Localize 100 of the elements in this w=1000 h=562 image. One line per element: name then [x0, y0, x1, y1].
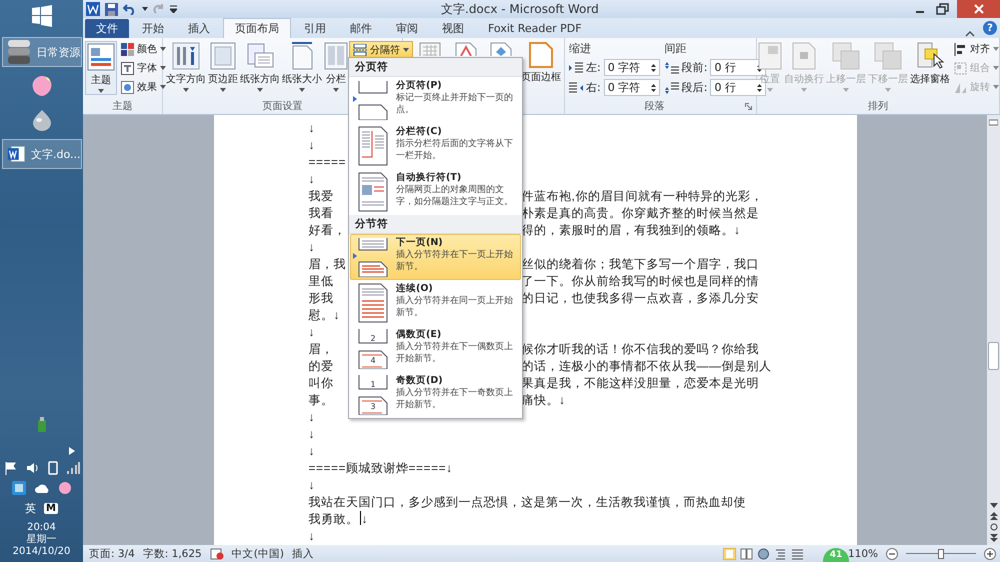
menu-item[interactable]: 连续(O) 插入分节符并在同一页上开始新节。 — [350, 280, 521, 326]
word-count[interactable]: 字数: 1,625 — [142, 546, 202, 560]
expand-arrow-icon[interactable] — [69, 447, 75, 455]
flag-icon[interactable] — [4, 461, 18, 475]
vertical-scrollbar[interactable] — [987, 115, 1000, 545]
spin-field[interactable]: 0 字符 — [604, 79, 660, 96]
taskbar-button[interactable]: 日常资源 — [2, 37, 82, 67]
menu-item[interactable]: 1 3 奇数页(D) 插入分节符并在下一奇数页上开始新节。 — [350, 372, 521, 418]
usb-drive-icon[interactable] — [36, 417, 46, 433]
menu-item[interactable]: 自动换行符(T) 分隔网页上的对象周围的文字，如分隔题注文字与正文。 — [350, 169, 521, 215]
ribbon-tab[interactable]: 引用 — [293, 19, 337, 38]
text-line: ===== — [308, 154, 346, 171]
text-line: ↓ — [308, 409, 315, 426]
proofing-icon[interactable] — [210, 548, 224, 560]
windows-logo-icon[interactable] — [30, 5, 52, 27]
scroll-thumb[interactable] — [988, 342, 999, 370]
ribbon-tab[interactable]: 邮件 — [339, 19, 383, 38]
layers-icon — [874, 42, 902, 70]
insert-mode[interactable]: 插入 — [292, 546, 314, 560]
page-setup-button[interactable]: 纸张大小 — [281, 41, 323, 93]
spin-field[interactable]: 0 字符 — [604, 59, 660, 76]
page-count[interactable]: 页面: 3/4 — [89, 546, 135, 560]
menu-section-header: 分页符 — [349, 58, 522, 77]
theme-option-button[interactable]: 颜色 — [118, 41, 169, 57]
clock[interactable]: 20:04 星期一 2014/10/20 — [12, 522, 70, 558]
menu-item[interactable]: 下一页(N) 插入分节符并在下一页上开始新节。 — [350, 234, 521, 280]
input-mode-button[interactable]: M — [44, 503, 58, 514]
web-layout-icon[interactable] — [756, 548, 770, 560]
text-line: ↓ — [308, 324, 315, 341]
zoom-out-icon[interactable] — [886, 548, 898, 560]
group-label: 页面设置 — [262, 100, 302, 114]
next-page-icon[interactable] — [990, 534, 998, 542]
field-label: 段后: — [682, 80, 708, 95]
slider-thumb[interactable] — [938, 548, 944, 558]
caret-icon — [299, 88, 305, 92]
taskbar-button[interactable]: 文字.do... — [2, 139, 82, 169]
undo-icon[interactable] — [123, 3, 137, 15]
spin-arrows-icon — [757, 82, 762, 92]
ribbon-tab[interactable]: 页面布局 — [223, 18, 291, 38]
save-icon[interactable] — [105, 2, 118, 16]
themes-button[interactable]: 主题 — [85, 41, 117, 95]
arrange-option-button[interactable]: 对齐 — [951, 41, 1000, 57]
text-line: =====顾城致谢烨=====↓ — [308, 460, 453, 477]
ribbon-tab[interactable]: 审阅 — [385, 19, 429, 38]
file-tab[interactable]: 文件 — [85, 19, 129, 38]
menu-item[interactable]: 分栏符(C) 指示分栏符后面的文字将从下一栏开始。 — [350, 123, 521, 169]
speaker-icon[interactable] — [26, 461, 40, 475]
browse-object-icon[interactable] — [990, 523, 998, 531]
app-icon[interactable] — [12, 481, 26, 495]
help-button[interactable]: ? — [983, 21, 997, 35]
language-indicator[interactable]: 中文(中国) — [232, 546, 284, 560]
customize-icon[interactable] — [170, 5, 177, 13]
caret-icon — [403, 48, 409, 52]
page-setup-button[interactable]: 分栏 — [323, 41, 349, 93]
text-line: 我看 — [308, 205, 334, 222]
field-label: 段前: — [682, 60, 708, 75]
ribbon-tab[interactable]: 视图 — [431, 19, 475, 38]
cloud-icon[interactable] — [34, 482, 50, 494]
menu-item[interactable]: 2 4 偶数页(E) 插入分节符并在下一偶数页上开始新节。 — [350, 326, 521, 372]
close-button[interactable] — [957, 0, 1000, 18]
spin-field[interactable]: 0 行 — [710, 59, 766, 76]
signal-icon[interactable] — [66, 461, 80, 475]
restore-icon[interactable] — [935, 3, 949, 15]
indent-icon — [569, 62, 583, 74]
page-setup-button[interactable]: 纸张方向 — [239, 41, 281, 93]
ruler-icon[interactable] — [989, 118, 998, 127]
theme-option-button[interactable]: 字体 — [118, 60, 169, 76]
page-setup-button[interactable]: 页边距 — [207, 41, 239, 93]
reading-layout-icon[interactable] — [740, 548, 753, 560]
align-icon — [954, 42, 967, 56]
word-app-icon[interactable] — [86, 2, 100, 16]
ribbon-tab[interactable]: 开始 — [131, 19, 175, 38]
text-line: 叫你 — [308, 375, 334, 392]
drop-icon[interactable] — [30, 108, 52, 132]
zoom-level[interactable]: 110% — [848, 548, 878, 560]
draft-icon[interactable] — [790, 548, 804, 560]
phone-icon[interactable] — [48, 461, 58, 475]
field-label: 右: — [586, 80, 601, 95]
text-line: ↓ — [308, 171, 315, 188]
wrap-text-icon — [792, 42, 816, 70]
collapse-ribbon-icon[interactable] — [965, 30, 975, 38]
dialog-launcher-icon[interactable] — [745, 103, 752, 110]
menu-item[interactable]: 分页符(P) 标记一页终止并开始下一页的点。 — [350, 77, 521, 123]
group-label: 排列 — [868, 100, 888, 114]
text-line: ↓ — [308, 426, 315, 443]
arrange-button[interactable]: 选择窗格 — [909, 41, 951, 87]
caret-icon[interactable] — [142, 7, 148, 11]
layers-icon — [832, 42, 860, 70]
font-icon — [121, 62, 134, 74]
page-number: 3 — [370, 402, 376, 411]
zoom-in-icon[interactable] — [984, 548, 996, 560]
input-language[interactable]: 英 — [25, 501, 36, 516]
ribbon-tab[interactable]: Foxit Reader PDF — [477, 19, 593, 38]
peach-icon[interactable] — [58, 481, 72, 495]
indent-icon — [569, 82, 583, 94]
previous-page-icon[interactable] — [990, 512, 998, 520]
ribbon-tab[interactable]: 插入 — [177, 19, 221, 38]
page-border-icon — [529, 42, 554, 68]
outline-icon[interactable] — [774, 548, 787, 560]
scroll-down-icon[interactable] — [990, 503, 998, 509]
